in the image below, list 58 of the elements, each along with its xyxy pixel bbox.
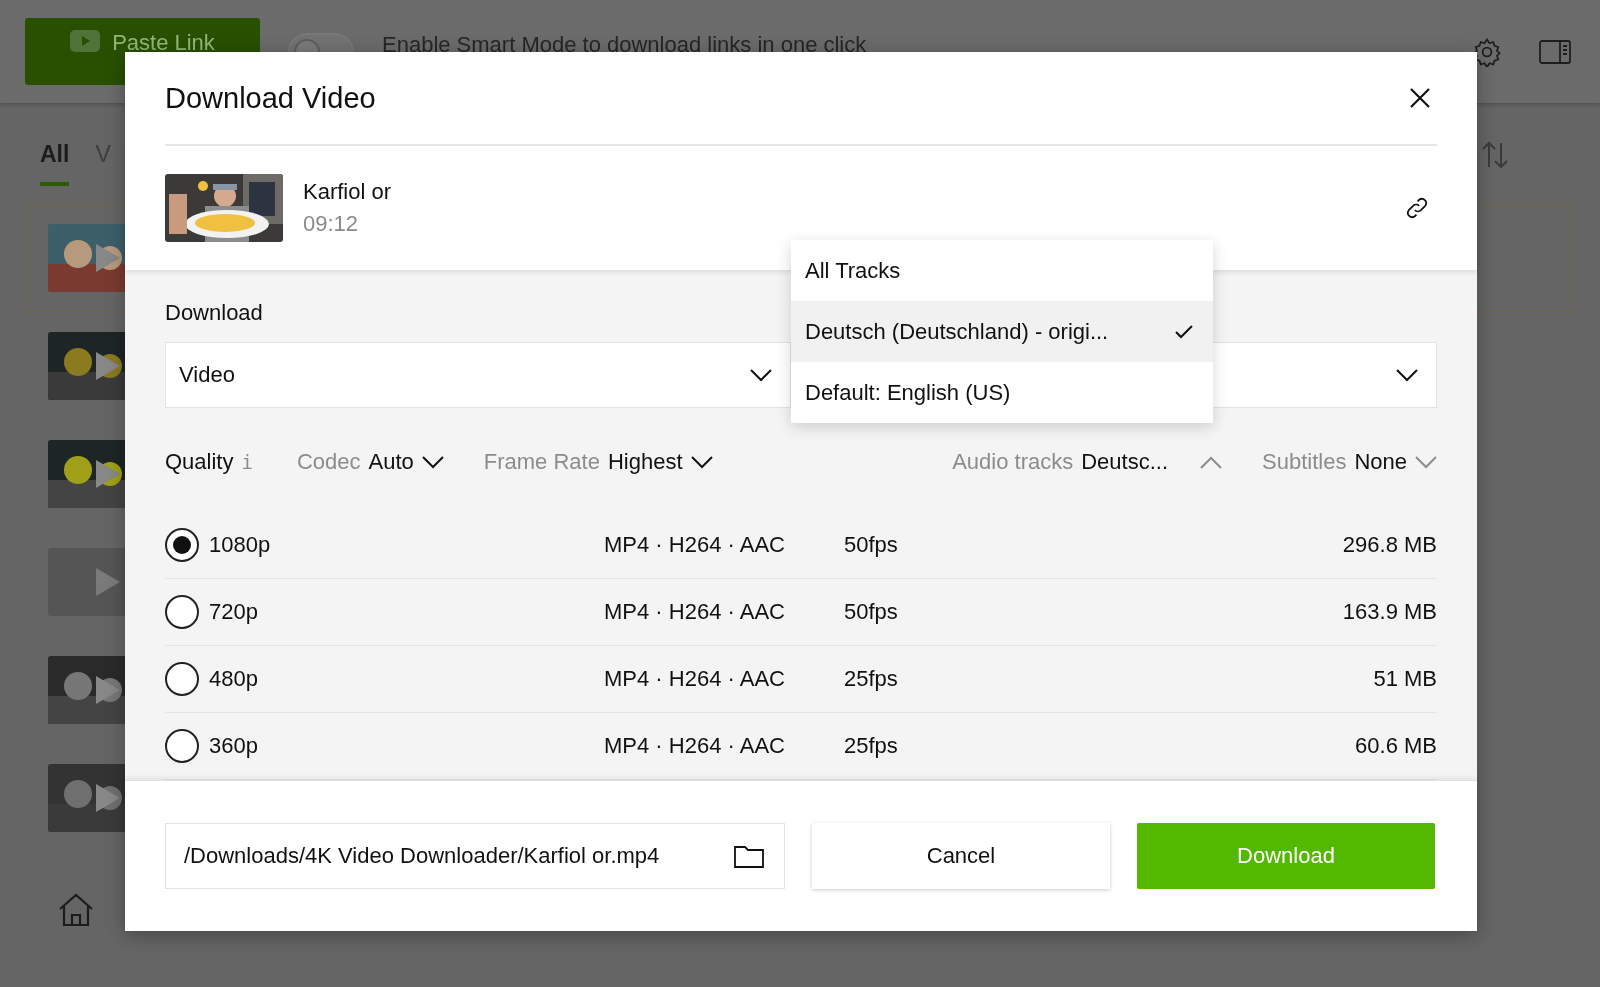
resolution-label: 360p: [209, 733, 259, 759]
resolution-label: 480p: [209, 666, 259, 692]
radio-button[interactable]: [165, 662, 199, 696]
play-icon: [70, 30, 101, 52]
filter-toggle[interactable]: [690, 455, 713, 469]
filter-value: Highest: [607, 449, 683, 475]
play-icon[interactable]: [96, 676, 120, 704]
quality-label: Quality: [165, 449, 234, 475]
fps-label: 25fps: [844, 666, 899, 692]
smart-mode-label: Enable Smart Mode to download links in one click: [382, 31, 868, 58]
menu-item[interactable]: Deutsch (Deutschland) - origi...: [791, 301, 1213, 362]
download-type-select[interactable]: Video: [165, 342, 791, 408]
chevron-up-icon: [1200, 455, 1222, 469]
filter-label: Codec: [296, 449, 361, 475]
format-label: MP4 · H264 · AAC: [604, 532, 786, 558]
play-icon[interactable]: [96, 784, 120, 812]
radio-button[interactable]: [165, 595, 199, 629]
save-path-field[interactable]: /Downloads/4K Video Downloader/Karfiol or.mp4: [165, 823, 785, 889]
play-icon[interactable]: [96, 352, 120, 380]
chevron-down-icon: [1396, 368, 1418, 382]
play-icon[interactable]: [96, 244, 120, 272]
fps-label: 50fps: [844, 532, 899, 558]
video-duration: 09:12: [303, 211, 360, 237]
filter-value: None: [1354, 449, 1407, 475]
filter-label: Audio tracks: [952, 449, 1074, 475]
radio-button[interactable]: [165, 729, 199, 763]
play-icon[interactable]: [96, 460, 120, 488]
size-label: 163.9 MB: [1342, 599, 1437, 625]
resolution-label: 1080p: [209, 532, 272, 558]
download-label: Download: [165, 300, 264, 326]
menu-item[interactable]: All Tracks: [791, 240, 1213, 301]
video-title: Karfiol or: [303, 179, 393, 205]
resolution-label: 720p: [209, 599, 259, 625]
filter-toggle[interactable]: [1415, 455, 1437, 469]
format-label: MP4 · H264 · AAC: [604, 599, 786, 625]
check-icon: [1175, 324, 1193, 339]
format-label: MP4 · H264 · AAC: [604, 666, 786, 692]
cancel-button[interactable]: Cancel: [812, 823, 1110, 889]
size-label: 60.6 MB: [1355, 733, 1437, 759]
chevron-down-icon: [421, 455, 444, 469]
fps-label: 25fps: [844, 733, 899, 759]
folder-icon[interactable]: [734, 844, 764, 868]
filter-label: Frame Rate: [483, 449, 600, 475]
menu-item[interactable]: Default: English (US): [791, 362, 1213, 423]
filter-toggle[interactable]: [421, 455, 444, 469]
format-label: MP4 · H264 · AAC: [604, 733, 786, 759]
button-label: Paste Link: [112, 30, 215, 56]
chevron-down-icon: [750, 368, 772, 382]
chevron-down-icon: [690, 455, 713, 469]
filter-value: Deutsc...: [1081, 449, 1168, 475]
filter-value: Auto: [368, 449, 414, 475]
fps-label: 50fps: [844, 599, 899, 625]
size-label: 51 MB: [1373, 666, 1437, 692]
chevron-down-icon: [1415, 455, 1437, 469]
radio-button[interactable]: [165, 528, 199, 562]
filter-label: Subtitles: [1262, 449, 1347, 475]
filter-toggle[interactable]: [1200, 455, 1222, 469]
size-label: 296.8 MB: [1342, 532, 1437, 558]
